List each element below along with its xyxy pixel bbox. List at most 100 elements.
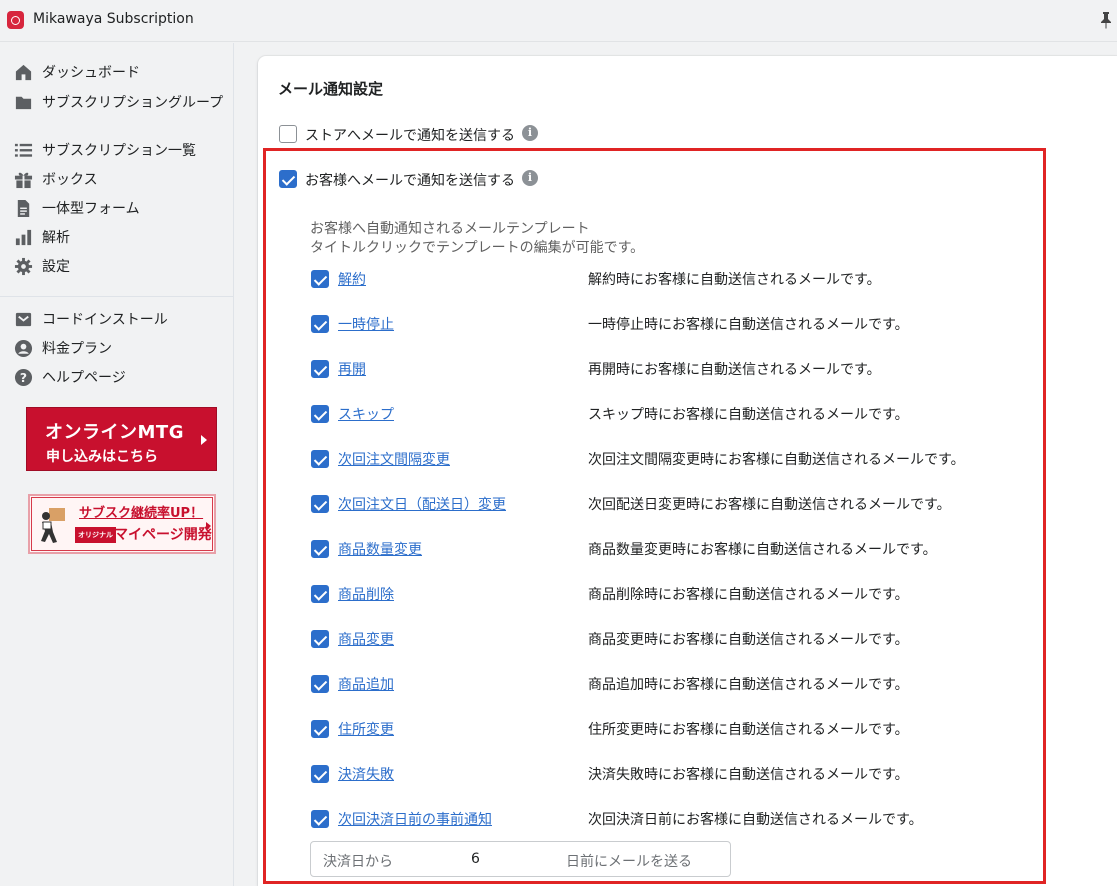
question-icon: ? [14,368,33,387]
template-edit-hint: タイトルクリックでテンプレートの編集が可能です。 [310,240,645,256]
template-desc: 一時停止時にお客様に自動送信されるメールです。 [588,317,909,333]
sidebar-item-code-install[interactable]: コードインストール [0,306,234,332]
page-title: メール通知設定 [278,80,384,98]
template-desc: 決済失敗時にお客様に自動送信されるメールです。 [588,767,909,783]
template-link[interactable]: 解約 [338,269,366,289]
sidebar-item-settings[interactable]: 設定 [0,253,234,279]
app-logo-icon [7,11,24,29]
template-checkbox[interactable] [311,585,329,603]
gift-icon [14,172,33,189]
document-icon [17,199,30,218]
customer-notify-label: お客様へメールで通知を送信する [305,173,515,189]
template-link[interactable]: 商品削除 [338,584,394,604]
template-checkbox[interactable] [311,360,329,378]
template-link[interactable]: 商品追加 [338,674,394,694]
svg-text:?: ? [20,371,27,385]
sidebar-item-pricing[interactable]: 料金プラン [0,335,234,361]
sidebar-item-dashboard[interactable]: ダッシュボード [0,59,234,85]
days-field-prefix: 決済日から [323,854,393,870]
sidebar-item-label: 設定 [42,259,70,275]
template-link[interactable]: 次回注文日（配送日）変更 [338,494,506,514]
sidebar-item-form[interactable]: 一体型フォーム [0,195,234,221]
template-row: 再開 再開時にお客様に自動送信されるメールです。 [310,359,1010,379]
template-link[interactable]: 決済失敗 [338,764,394,784]
sidebar-item-box[interactable]: ボックス [0,166,234,192]
template-row: 次回決済日前の事前通知 次回決済日前にお客様に自動送信されるメールです。 [310,809,1010,829]
template-checkbox[interactable] [311,405,329,423]
template-checkbox[interactable] [311,540,329,558]
arrow-right-icon [201,435,207,445]
template-link[interactable]: 次回決済日前の事前通知 [338,809,492,829]
sidebar-item-help[interactable]: ? ヘルプページ [0,364,234,390]
template-checkbox[interactable] [311,270,329,288]
template-checkbox[interactable] [311,450,329,468]
template-checkbox[interactable] [311,765,329,783]
template-link[interactable]: 商品数量変更 [338,539,422,559]
store-notify-label: ストアへメールで通知を送信する [305,128,515,144]
banner-tag: オリジナル [75,527,116,543]
folder-icon [15,96,32,110]
template-description: お客様へ自動通知されるメールテンプレート [310,221,590,237]
sidebar-item-label: コードインストール [42,312,168,328]
template-checkbox[interactable] [311,495,329,513]
template-row: 商品変更 商品変更時にお客様に自動送信されるメールです。 [310,629,1010,649]
sidebar-item-label: ボックス [42,172,98,188]
template-link[interactable]: スキップ [338,404,394,424]
store-notify-checkbox[interactable] [279,125,297,143]
template-link[interactable]: 商品変更 [338,629,394,649]
template-link[interactable]: 住所変更 [338,719,394,739]
sidebar-item-analytics[interactable]: 解析 [0,224,234,250]
template-desc: 商品追加時にお客様に自動送信されるメールです。 [588,677,909,693]
template-desc: 次回配送日変更時にお客様に自動送信されるメールです。 [588,497,951,513]
template-row: 商品数量変更 商品数量変更時にお客様に自動送信されるメールです。 [310,539,1010,559]
template-checkbox[interactable] [311,720,329,738]
sidebar-divider [0,296,234,297]
online-mtg-banner[interactable]: オンラインMTG 申し込みはこちら [26,407,217,471]
mypage-dev-banner[interactable]: サブスク継続率UP！ オリジナル マイページ開発 [28,494,216,554]
template-checkbox[interactable] [311,630,329,648]
template-desc: 解約時にお客様に自動送信されるメールです。 [588,272,881,288]
days-before-input[interactable] [471,848,561,870]
sidebar-item-subscription-list[interactable]: サブスクリプション一覧 [0,137,234,163]
banner-title: サブスク継続率UP！ [79,506,204,521]
template-checkbox[interactable] [311,810,329,828]
template-desc: スキップ時にお客様に自動送信されるメールです。 [588,407,909,423]
sidebar-item-label: 一体型フォーム [42,201,140,217]
info-icon[interactable]: i [522,170,538,186]
days-field-suffix: 日前にメールを送る [566,854,692,870]
gear-icon [14,257,33,276]
home-icon [15,64,32,81]
template-checkbox[interactable] [311,675,329,693]
template-link[interactable]: 一時停止 [338,314,394,334]
top-bar: Mikawaya Subscription [0,0,1117,42]
template-row: スキップ スキップ時にお客様に自動送信されるメールです。 [310,404,1010,424]
sidebar-item-label: ダッシュボード [42,65,140,81]
template-checkbox[interactable] [311,315,329,333]
bar-chart-icon [15,229,32,246]
arrow-right-icon [206,522,211,530]
sidebar-item-label: サブスクリプショングループ [42,95,224,111]
pin-icon[interactable] [1099,11,1113,29]
code-icon [15,312,32,327]
template-desc: 商品変更時にお客様に自動送信されるメールです。 [588,632,909,648]
template-desc: 商品数量変更時にお客様に自動送信されるメールです。 [588,542,937,558]
sidebar-item-subscription-group[interactable]: サブスクリプショングループ [0,89,234,133]
sidebar-item-label: 料金プラン [42,341,112,357]
customer-notify-checkbox[interactable] [279,170,297,188]
sidebar-item-label: サブスクリプション一覧 [42,143,196,159]
template-link[interactable]: 再開 [338,359,366,379]
banner-subtitle: マイページ開発 [114,527,212,543]
template-row: 解約 解約時にお客様に自動送信されるメールです。 [310,269,1010,289]
template-desc: 再開時にお客様に自動送信されるメールです。 [588,362,881,378]
info-icon[interactable]: i [522,125,538,141]
template-row: 一時停止 一時停止時にお客様に自動送信されるメールです。 [310,314,1010,334]
template-row: 次回注文日（配送日）変更 次回配送日変更時にお客様に自動送信されるメールです。 [310,494,1010,514]
template-row: 次回注文間隔変更 次回注文間隔変更時にお客様に自動送信されるメールです。 [310,449,1010,469]
template-row: 商品削除 商品削除時にお客様に自動送信されるメールです。 [310,584,1010,604]
template-desc: 次回注文間隔変更時にお客様に自動送信されるメールです。 [588,452,965,468]
app-title: Mikawaya Subscription [33,11,194,27]
template-desc: 次回決済日前にお客様に自動送信されるメールです。 [588,812,923,828]
template-row: 商品追加 商品追加時にお客様に自動送信されるメールです。 [310,674,1010,694]
template-link[interactable]: 次回注文間隔変更 [338,449,450,469]
list-icon [14,143,33,157]
